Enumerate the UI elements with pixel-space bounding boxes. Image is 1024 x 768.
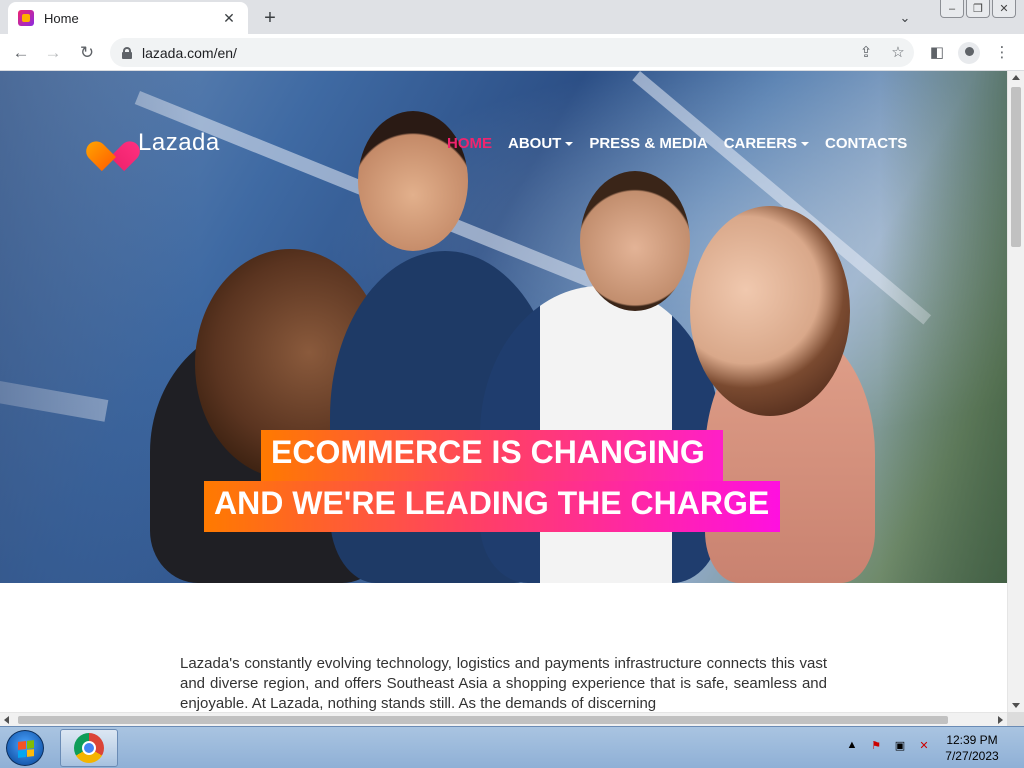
minimize-button[interactable]: – xyxy=(940,0,964,18)
main-navigation: HOME ABOUT PRESS & MEDIA CAREERS CONTACT… xyxy=(447,135,907,152)
scroll-up-arrow-icon[interactable] xyxy=(1012,75,1020,80)
windows-taskbar: ▲ ⚑ ▣ ✕ 12:39 PM 7/27/2023 xyxy=(0,726,1024,768)
scroll-left-arrow-icon[interactable] xyxy=(4,716,9,724)
tab-title: Home xyxy=(44,10,79,26)
hero-banner: Lazada HOME ABOUT PRESS & MEDIA CAREERS … xyxy=(0,71,1007,583)
browser-tab-home[interactable]: Home ✕ xyxy=(8,2,248,34)
nav-item-home[interactable]: HOME xyxy=(447,135,492,152)
reload-icon[interactable]: ↻ xyxy=(74,40,100,66)
vertical-scroll-thumb[interactable] xyxy=(1011,87,1021,247)
vertical-scrollbar[interactable] xyxy=(1007,71,1024,712)
horizontal-scrollbar[interactable] xyxy=(0,712,1007,726)
more-menu-icon[interactable]: ⋮ xyxy=(992,42,1012,62)
nav-label: CAREERS xyxy=(723,135,798,152)
chrome-icon xyxy=(74,733,104,763)
scroll-down-arrow-icon[interactable] xyxy=(1012,703,1020,708)
clock-time: 12:39 PM xyxy=(946,733,998,747)
network-icon[interactable]: ▣ xyxy=(892,737,908,753)
tab-search-chevron-icon[interactable]: ⌄ xyxy=(894,7,916,29)
hero-headline-line-2: AND WE'RE LEADING THE CHARGE xyxy=(204,481,780,532)
taskbar-clock[interactable]: 12:39 PM 7/27/2023 xyxy=(940,732,1004,764)
scroll-right-arrow-icon[interactable] xyxy=(998,716,1003,724)
window-controls: – ❐ ✕ xyxy=(940,0,1016,18)
nav-label: CONTACTS xyxy=(825,135,908,152)
system-tray: ▲ ⚑ ▣ ✕ xyxy=(844,737,932,753)
new-tab-button[interactable]: + xyxy=(258,6,282,30)
share-icon[interactable]: ⇪ xyxy=(856,42,876,62)
browser-toolbar: ← → ↻ lazada.com/en/ ⇪ ☆ ◧ ⋮ xyxy=(0,34,1024,71)
person-2-head xyxy=(358,111,468,251)
nav-item-about[interactable]: ABOUT xyxy=(508,135,574,152)
taskbar-chrome-button[interactable] xyxy=(60,729,118,767)
caret-down-icon xyxy=(565,141,574,146)
close-tab-icon[interactable]: ✕ xyxy=(220,9,238,27)
nav-label: HOME xyxy=(447,135,492,152)
action-center-flag-icon[interactable]: ⚑ xyxy=(868,737,884,753)
bookmark-star-icon[interactable]: ☆ xyxy=(888,42,908,62)
show-hidden-icons-arrow-icon[interactable]: ▲ xyxy=(844,737,860,753)
clock-date: 7/27/2023 xyxy=(945,749,999,763)
person-3-head xyxy=(580,171,690,311)
lazada-logo[interactable]: Lazada xyxy=(96,129,220,157)
nav-item-careers[interactable]: CAREERS xyxy=(723,135,810,152)
back-arrow-icon[interactable]: ← xyxy=(8,40,34,66)
url-text: lazada.com/en/ xyxy=(142,44,237,61)
horizontal-scroll-thumb[interactable] xyxy=(18,716,948,724)
lazada-heart-icon xyxy=(96,129,130,157)
lazada-favicon-icon xyxy=(18,10,34,26)
side-panel-icon[interactable]: ◧ xyxy=(927,42,947,62)
person-4-head xyxy=(690,206,850,416)
close-window-button[interactable]: ✕ xyxy=(992,0,1016,18)
windows-logo-icon xyxy=(18,740,34,758)
browser-tab-strip: Home ✕ + ⌄ – ❐ ✕ xyxy=(0,0,1024,34)
lock-icon xyxy=(122,46,132,59)
nav-item-press-media[interactable]: PRESS & MEDIA xyxy=(589,135,707,152)
restore-button[interactable]: ❐ xyxy=(966,0,990,18)
start-button[interactable] xyxy=(6,730,44,766)
forward-arrow-icon[interactable]: → xyxy=(40,40,66,66)
scrollbar-corner xyxy=(1007,712,1024,726)
caret-down-icon xyxy=(801,141,810,146)
volume-muted-icon[interactable]: ✕ xyxy=(916,737,932,753)
address-bar[interactable]: lazada.com/en/ xyxy=(110,38,914,67)
nav-item-contacts[interactable]: CONTACTS xyxy=(825,135,907,152)
profile-avatar-icon[interactable] xyxy=(958,42,980,64)
intro-paragraph: Lazada's constantly evolving technology,… xyxy=(180,655,827,712)
logo-text: Lazada xyxy=(138,129,220,156)
nav-label: ABOUT xyxy=(508,135,562,152)
nav-label: PRESS & MEDIA xyxy=(589,135,708,152)
page-viewport: Lazada HOME ABOUT PRESS & MEDIA CAREERS … xyxy=(0,71,1007,712)
hero-headline-line-1: ECOMMERCE IS CHANGING xyxy=(261,430,723,481)
